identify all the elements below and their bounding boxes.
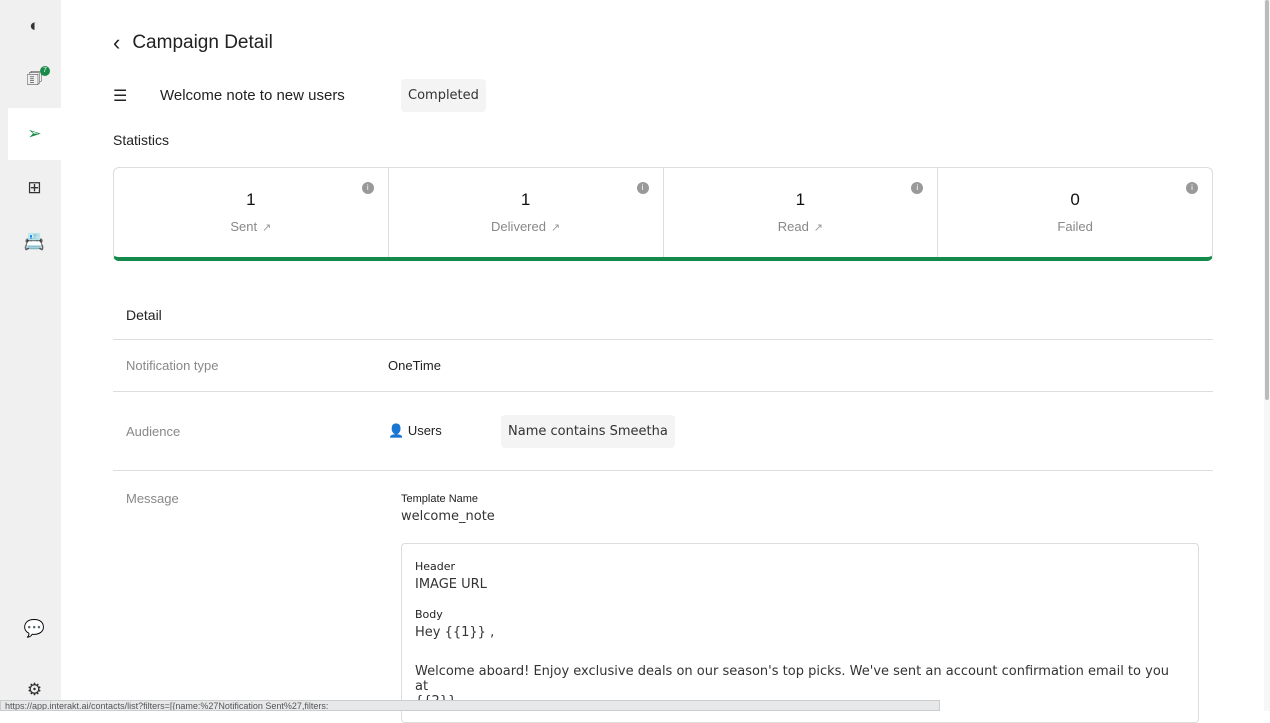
template-name-label: Template Name — [401, 493, 479, 505]
menu-icon[interactable]: ☰ — [113, 86, 160, 106]
campaign-name: Welcome note to new users — [160, 87, 345, 104]
notification-type-value: OneTime — [388, 358, 441, 373]
stat-label: Read — [777, 219, 809, 234]
sidebar-layout-icon[interactable]: ⊞ — [8, 162, 61, 214]
template-name-value: welcome_note — [401, 509, 495, 524]
detail-section: Detail Notification type OneTime Audienc… — [113, 290, 1213, 723]
body-label: Body — [415, 608, 443, 621]
scrollbar[interactable] — [1264, 0, 1270, 711]
status-badge: Completed — [401, 79, 486, 112]
status-bar-url: https://app.interakt.ai/contacts/list?fi… — [0, 700, 940, 711]
audience-label: Audience — [126, 423, 181, 439]
user-icon: 👤 — [388, 423, 405, 438]
sidebar-inbox-icon[interactable]: 🗊 7 — [8, 54, 61, 106]
header-label: Header — [415, 560, 456, 573]
page-title: Campaign Detail — [132, 32, 273, 53]
info-icon[interactable]: i — [1186, 182, 1198, 194]
info-icon[interactable]: i — [361, 182, 374, 194]
stat-value: 1 — [246, 190, 256, 209]
detail-heading: Detail — [113, 290, 1213, 340]
stat-value: 1 — [795, 190, 806, 209]
audience-filter-chip: Name contains Smeetha — [501, 414, 675, 448]
external-link-icon[interactable]: ↗ — [262, 222, 271, 234]
stat-value: 1 — [520, 190, 531, 209]
back-icon[interactable]: ‹ — [113, 30, 120, 56]
statistics-cards: i 1 Sent ↗ i 1 Delivered ↗ i 1 Read ↗ i 0 Failed — [113, 167, 1213, 261]
sidebar-support-icon[interactable]: 💬 — [8, 603, 61, 655]
body-line: Welcome aboard! Enjoy exclusive deals on… — [415, 664, 1170, 694]
stat-value: 0 — [1070, 190, 1080, 209]
message-label: Message — [126, 491, 179, 506]
stat-label: Sent — [230, 219, 258, 234]
stat-read[interactable]: i 1 Read ↗ — [664, 168, 939, 257]
stat-label: Failed — [1057, 219, 1093, 234]
external-link-icon[interactable]: ↗ — [814, 222, 823, 234]
sidebar-campaigns-icon[interactable]: ➢ — [8, 108, 61, 160]
statistics-heading: Statistics — [113, 132, 170, 148]
message-preview: Header IMAGE URL Body Hey {{1}} , Welcom… — [401, 543, 1199, 723]
stat-failed: i 0 Failed — [938, 168, 1212, 257]
stat-label: Delivered — [491, 219, 546, 234]
notification-type-label: Notification type — [126, 358, 219, 373]
audience-value: Users — [407, 423, 442, 438]
stat-delivered[interactable]: i 1 Delivered ↗ — [389, 168, 664, 257]
inbox-badge: 7 — [40, 66, 50, 76]
header-value: IMAGE URL — [415, 577, 487, 592]
stat-sent[interactable]: i 1 Sent ↗ — [114, 168, 389, 257]
sidebar: ◐ 🗊 7 ➢ ⊞ 📇 💬 ⚙ — [0, 0, 61, 711]
body-line: Hey {{1}} , — [415, 625, 495, 640]
page-header: ‹ Campaign Detail — [113, 30, 273, 56]
sidebar-contacts-icon[interactable]: 📇 — [8, 216, 61, 268]
sidebar-chat-icon[interactable]: ◐ — [8, 0, 61, 52]
info-icon[interactable]: i — [636, 182, 649, 194]
external-link-icon[interactable]: ↗ — [551, 222, 560, 234]
